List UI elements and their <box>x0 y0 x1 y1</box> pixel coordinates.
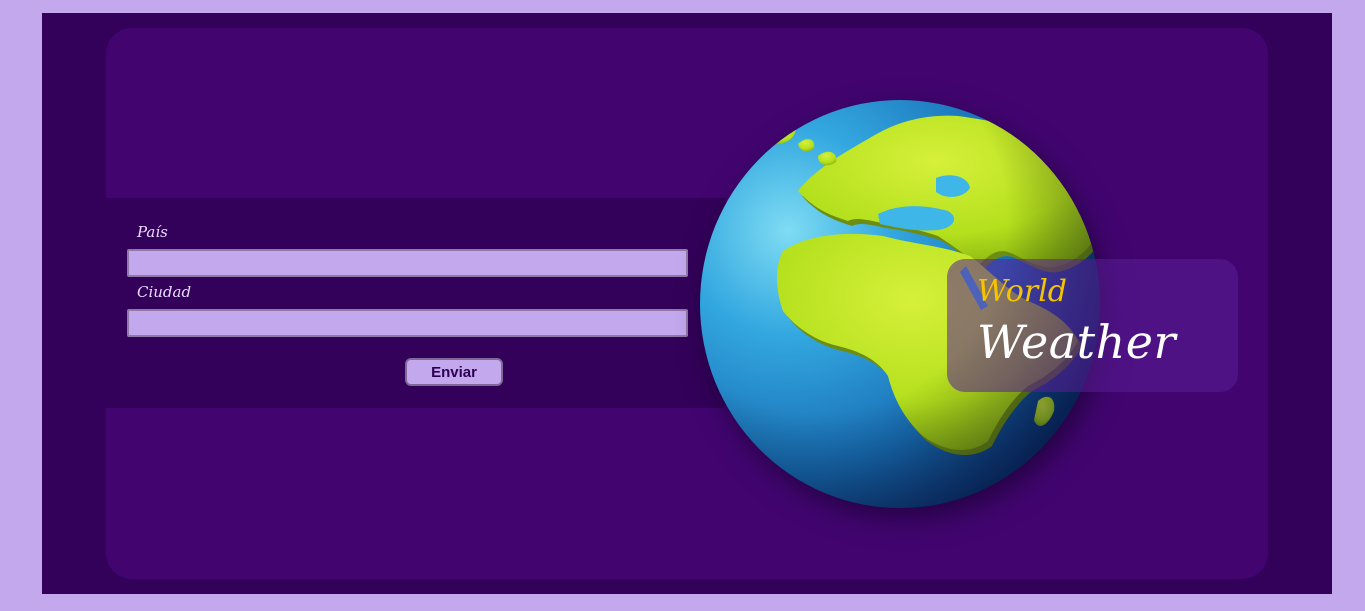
city-label: Ciudad <box>137 283 192 301</box>
title-world: World <box>977 274 1067 309</box>
city-input[interactable] <box>127 309 688 337</box>
country-label: País <box>137 223 168 241</box>
country-input[interactable] <box>127 249 688 277</box>
title-weather: Weather <box>977 315 1176 369</box>
app-viewport: País Ciudad Enviar World Weather <box>42 13 1332 594</box>
submit-button[interactable]: Enviar <box>405 358 503 386</box>
weather-search-form: País Ciudad Enviar <box>106 198 726 408</box>
title-panel: World Weather <box>947 259 1238 392</box>
weather-card: País Ciudad Enviar World Weather <box>106 28 1268 579</box>
page-frame: País Ciudad Enviar World Weather <box>4 0 1361 611</box>
